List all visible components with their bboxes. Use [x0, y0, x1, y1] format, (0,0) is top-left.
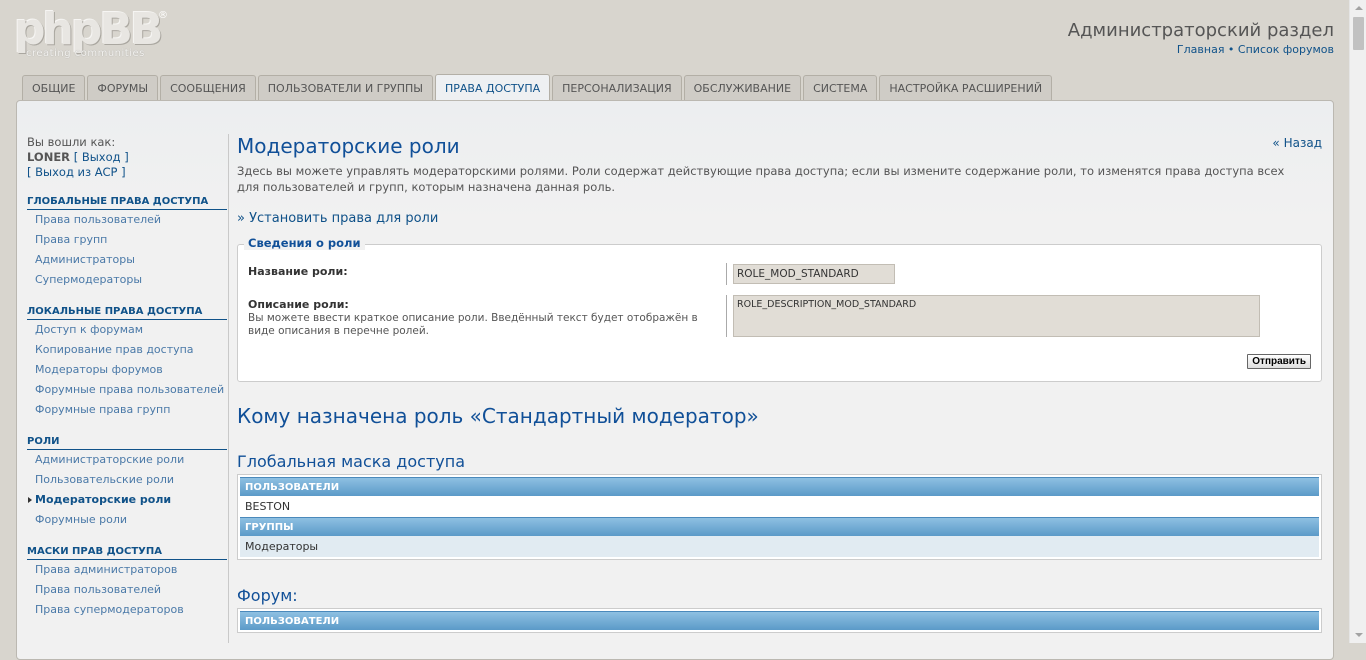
role-desc-label: Описание роли: — [248, 298, 349, 311]
tab-extensions[interactable]: Настройка расширений — [879, 75, 1053, 100]
top-links: Главная • Список форумов — [1177, 43, 1334, 56]
page-intro: Здесь вы можете управлять модераторскими… — [237, 164, 1285, 194]
field-divider — [726, 295, 727, 337]
role-info-fieldset: Сведения о роли Название роли: Описание … — [237, 236, 1322, 382]
menu-head-masks: Маски прав доступа — [27, 546, 227, 560]
role-name-input[interactable] — [733, 264, 895, 284]
global-mask-table: Пользователи BESTON Группы Модераторы — [237, 474, 1322, 560]
menu-item-administrators[interactable]: Администраторы — [27, 250, 227, 270]
logged-in-label: Вы вошли как: — [27, 135, 116, 149]
page-scrollbar[interactable] — [1349, 0, 1366, 643]
scroll-thumb[interactable] — [1353, 17, 1364, 50]
tab-general[interactable]: Общие — [22, 75, 86, 100]
role-desc-explain: Вы можете ввести краткое описание роли. … — [248, 312, 698, 337]
sidebar-divider — [228, 134, 229, 643]
assigned-title: Кому назначена роль «Стандартный модерат… — [237, 404, 759, 428]
menu-head-global: Глобальные права доступа — [27, 196, 227, 210]
forum-users-header: Пользователи — [240, 611, 1319, 630]
menu-item-user-perms[interactable]: Права пользователей — [27, 210, 227, 230]
scroll-up-arrow-icon[interactable] — [1355, 6, 1363, 10]
menu-item-admin-roles[interactable]: Администраторские роли — [27, 450, 227, 470]
tab-forums[interactable]: Форумы — [87, 75, 159, 100]
group-row: Модераторы — [240, 536, 1319, 557]
tab-users-groups[interactable]: Пользователи и группы — [257, 75, 433, 100]
menu-item-forum-access[interactable]: Доступ к форумам — [27, 320, 227, 340]
menu-item-global-moderators[interactable]: Супермодераторы — [27, 270, 227, 290]
logo-registered-mark: ® — [158, 10, 168, 21]
sidebar: Вы вошли как: LONER [ Выход ] [ Выход из… — [27, 135, 227, 620]
groups-header: Группы — [240, 517, 1319, 536]
user-row: BESTON — [245, 500, 291, 513]
menu-item-admin-mask[interactable]: Права администраторов — [27, 560, 227, 580]
menu-head-roles: Роли — [27, 436, 227, 450]
acp-logout-link[interactable]: [ Выход из ACP ] — [27, 165, 126, 179]
menu-item-forum-group-perms[interactable]: Форумные права групп — [27, 400, 227, 420]
menu-item-forum-user-perms[interactable]: Форумные права пользователей — [27, 380, 227, 400]
forum-mask-table: Пользователи — [237, 608, 1322, 633]
logo-text: phpBB — [14, 4, 163, 55]
logo-tagline: creating communities — [26, 48, 145, 59]
username: LONER — [27, 150, 71, 164]
back-link[interactable]: « Назад — [1272, 136, 1322, 150]
field-divider — [726, 263, 727, 285]
role-name-label: Название роли: — [248, 265, 348, 278]
role-info-legend: Сведения о роли — [244, 236, 365, 250]
tab-posting[interactable]: Сообщения — [160, 75, 256, 100]
users-header: Пользователи — [240, 477, 1319, 496]
menu-item-group-perms[interactable]: Права групп — [27, 230, 227, 250]
phpbb-logo[interactable]: phpBB ® creating communities — [14, 8, 174, 64]
site-title: Администраторский раздел — [1067, 20, 1334, 41]
menu-item-user-roles[interactable]: Пользовательские роли — [27, 470, 227, 490]
page-title: Модераторские роли — [237, 134, 460, 158]
menu-item-user-mask[interactable]: Права пользователей — [27, 580, 227, 600]
home-link[interactable]: Главная — [1177, 43, 1225, 56]
menu-item-forum-moderators[interactable]: Модераторы форумов — [27, 360, 227, 380]
main-tabs: Общие Форумы Сообщения Пользователи и гр… — [22, 74, 1053, 101]
set-role-permissions-link[interactable]: » Установить права для роли — [237, 211, 438, 226]
menu-item-global-mod-mask[interactable]: Права супермодераторов — [27, 600, 227, 620]
login-info: Вы вошли как: LONER [ Выход ] [ Выход из… — [27, 135, 227, 180]
tab-maintenance[interactable]: Обслуживание — [683, 75, 802, 100]
forum-list-link[interactable]: Список форумов — [1238, 43, 1334, 56]
menu-item-copy-perms[interactable]: Копирование прав доступа — [27, 340, 227, 360]
global-mask-title: Глобальная маска доступа — [237, 452, 466, 471]
menu-head-local: Локальные права доступа — [27, 306, 227, 320]
forum-mask-title: Форум: — [237, 586, 298, 605]
role-desc-textarea[interactable]: ROLE_DESCRIPTION_MOD_STANDARD — [733, 295, 1260, 337]
tab-customise[interactable]: Персонализация — [552, 75, 682, 100]
menu-item-mod-roles[interactable]: Модераторские роли — [27, 490, 227, 510]
menu-item-forum-roles[interactable]: Форумные роли — [27, 510, 227, 530]
links-separator: • — [1224, 43, 1238, 56]
logout-link[interactable]: [ Выход ] — [74, 150, 129, 164]
header: phpBB ® creating communities Администрат… — [0, 0, 1349, 75]
main-content: Модераторские роли « Назад Здесь вы може… — [237, 134, 1322, 633]
scroll-down-arrow-icon[interactable] — [1355, 633, 1363, 637]
submit-button[interactable]: Отправить — [1247, 354, 1311, 369]
tab-permissions[interactable]: Права доступа — [434, 74, 551, 101]
tab-system[interactable]: Система — [803, 75, 878, 100]
